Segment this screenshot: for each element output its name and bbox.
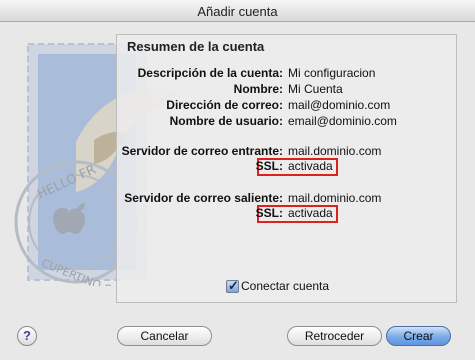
summary-row-email: Dirección de correo: mail@dominio.com	[0, 98, 475, 114]
window-title: Añadir cuenta	[197, 4, 278, 19]
window-titlebar: Añadir cuenta	[0, 0, 475, 22]
connect-account-label[interactable]: Conectar cuenta	[241, 279, 329, 293]
incoming-server-value: mail.dominio.com	[288, 144, 382, 158]
username-label: Nombre de usuario:	[169, 114, 283, 128]
description-value: Mi configuracion	[288, 66, 376, 80]
help-button[interactable]: ?	[17, 326, 37, 346]
summary-heading: Resumen de la cuenta	[127, 39, 265, 54]
incoming-ssl-value: activada	[288, 159, 333, 173]
name-label: Nombre:	[233, 82, 283, 96]
summary-row-username: Nombre de usuario: email@dominio.com	[0, 114, 475, 130]
description-label: Descripción de la cuenta:	[137, 66, 283, 80]
incoming-ssl-row: SSL: activada	[0, 159, 475, 175]
outgoing-ssl-value: activada	[288, 206, 333, 220]
create-button[interactable]: Crear	[386, 326, 451, 346]
cancel-button[interactable]: Cancelar	[117, 326, 212, 346]
email-label: Dirección de correo:	[166, 98, 283, 112]
summary-row-description: Descripción de la cuenta: Mi configuraci…	[0, 66, 475, 82]
checkmark-icon: ✓	[228, 278, 239, 293]
back-button[interactable]: Retroceder	[287, 326, 382, 346]
incoming-server-label: Servidor de correo entrante:	[121, 144, 283, 158]
incoming-server-row: Servidor de correo entrante: mail.domini…	[0, 144, 475, 160]
username-value: email@dominio.com	[288, 114, 397, 128]
incoming-ssl-label: SSL:	[255, 159, 283, 173]
connect-account-checkbox[interactable]: ✓	[226, 278, 239, 293]
email-value: mail@dominio.com	[288, 98, 391, 112]
outgoing-server-label: Servidor de correo saliente:	[124, 191, 283, 205]
name-value: Mi Cuenta	[288, 82, 343, 96]
summary-row-name: Nombre: Mi Cuenta	[0, 82, 475, 98]
outgoing-server-row: Servidor de correo saliente: mail.domini…	[0, 191, 475, 207]
outgoing-server-value: mail.dominio.com	[288, 191, 382, 205]
outgoing-ssl-label: SSL:	[255, 206, 283, 220]
outgoing-ssl-row: SSL: activada	[0, 206, 475, 222]
